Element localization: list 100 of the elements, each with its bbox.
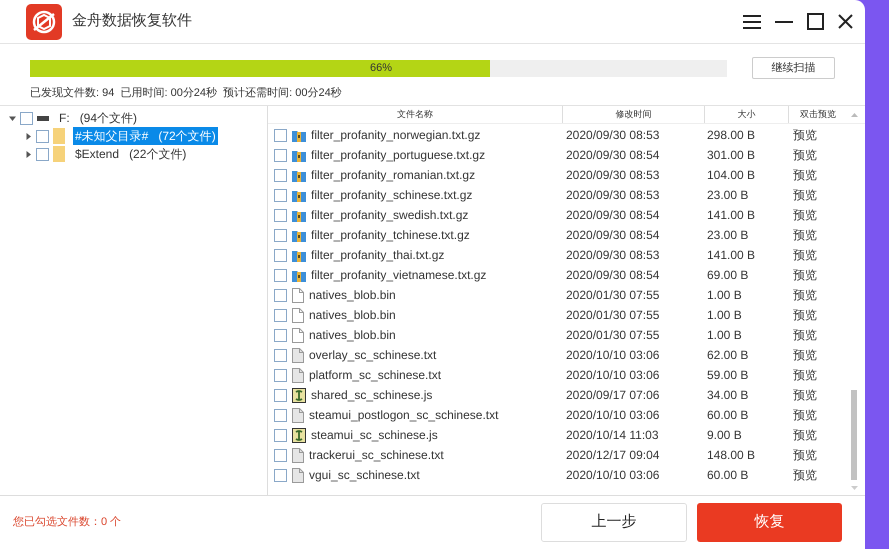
file-size: 1.00 B <box>706 327 743 344</box>
checkbox[interactable] <box>36 148 49 160</box>
file-size: 62.00 B <box>706 347 750 364</box>
file-name: filter_profanity_romanian.txt.gz <box>311 167 476 184</box>
file-size: 141.00 B <box>706 207 756 224</box>
minimize-icon[interactable] <box>775 20 793 22</box>
checkbox[interactable] <box>274 248 287 262</box>
checkbox[interactable] <box>20 112 33 124</box>
checkbox[interactable] <box>274 448 287 462</box>
archive-folder-icon <box>292 148 306 162</box>
folder-icon <box>53 128 65 144</box>
preview-link[interactable]: 预览 <box>789 306 817 324</box>
preview-link[interactable]: 预览 <box>789 466 817 484</box>
modified-time: 2020/10/10 03:06 <box>565 347 660 364</box>
checkbox[interactable] <box>274 128 287 142</box>
progress-percent: 66% <box>370 60 392 76</box>
tree-item[interactable]: #未知父目录# (72个文件) <box>73 127 218 145</box>
recover-button[interactable]: 恢复 <box>697 503 842 542</box>
menu-icon[interactable] <box>743 14 761 28</box>
file-icon <box>292 308 304 322</box>
preview-link[interactable]: 预览 <box>789 406 817 424</box>
file-name: filter_profanity_tchinese.txt.gz <box>311 227 470 244</box>
expand-arrow-icon[interactable] <box>24 132 32 140</box>
close-icon[interactable] <box>838 14 853 29</box>
document-icon <box>292 348 304 362</box>
file-size: 23.00 B <box>706 187 750 204</box>
preview-link[interactable]: 预览 <box>789 326 817 344</box>
modified-time: 2020/12/17 09:04 <box>565 447 660 464</box>
file-name: filter_profanity_thai.txt.gz <box>311 247 444 264</box>
archive-folder-icon <box>292 168 306 182</box>
modified-time: 2020/09/30 08:53 <box>565 247 660 264</box>
checkbox[interactable] <box>274 308 287 322</box>
checkbox[interactable] <box>274 148 287 162</box>
scrollbar-thumb[interactable] <box>851 390 857 480</box>
column-header[interactable]: 大小 <box>705 106 789 123</box>
modified-time: 2020/10/10 03:06 <box>565 367 660 384</box>
modified-time: 2020/10/10 03:06 <box>565 467 660 484</box>
checkbox[interactable] <box>274 288 287 302</box>
preview-link[interactable]: 预览 <box>789 166 817 184</box>
file-size: 141.00 B <box>706 247 756 264</box>
modified-time: 2020/01/30 07:55 <box>565 307 660 324</box>
file-name: steamui_sc_schinese.js <box>311 427 438 444</box>
preview-link[interactable]: 预览 <box>789 446 817 464</box>
checkbox[interactable] <box>274 368 287 382</box>
file-icon <box>292 288 304 302</box>
checkbox[interactable] <box>274 468 287 482</box>
checkbox[interactable] <box>36 130 49 142</box>
checkbox[interactable] <box>274 408 287 422</box>
scroll-down-icon[interactable] <box>850 486 858 491</box>
file-name: natives_blob.bin <box>309 307 396 324</box>
preview-link[interactable]: 预览 <box>789 366 817 384</box>
collapse-arrow-icon[interactable] <box>8 114 16 122</box>
modified-time: 2020/09/30 08:54 <box>565 227 660 244</box>
preview-link[interactable]: 预览 <box>789 426 817 444</box>
column-header[interactable]: 修改时间 <box>563 106 705 123</box>
tree-item[interactable]: $Extend (22个文件) <box>73 145 188 163</box>
back-button[interactable]: 上一步 <box>541 503 687 542</box>
file-size: 23.00 B <box>706 227 750 244</box>
checkbox[interactable] <box>274 388 287 402</box>
preview-link[interactable]: 预览 <box>789 386 817 404</box>
preview-link[interactable]: 预览 <box>789 266 817 284</box>
archive-folder-icon <box>292 208 306 222</box>
scroll-up-icon[interactable] <box>850 112 858 117</box>
drive-icon <box>37 116 49 120</box>
preview-link[interactable]: 预览 <box>789 146 817 164</box>
file-size: 298.00 B <box>706 127 756 144</box>
checkbox[interactable] <box>274 428 287 442</box>
archive-folder-icon <box>292 128 306 142</box>
file-size: 301.00 B <box>706 147 756 164</box>
preview-link[interactable]: 预览 <box>789 206 817 224</box>
checkbox[interactable] <box>274 168 287 182</box>
preview-link[interactable]: 预览 <box>789 186 817 204</box>
column-header[interactable]: 文件名称 <box>268 106 563 123</box>
checkbox[interactable] <box>274 188 287 202</box>
preview-link[interactable]: 预览 <box>789 246 817 264</box>
expand-arrow-icon[interactable] <box>24 150 32 158</box>
archive-folder-icon <box>292 248 306 262</box>
preview-link[interactable]: 预览 <box>789 346 817 364</box>
script-icon <box>292 388 306 402</box>
checkbox[interactable] <box>274 268 287 282</box>
file-size: 1.00 B <box>706 287 743 304</box>
checkbox[interactable] <box>274 228 287 242</box>
modified-time: 2020/01/30 07:55 <box>565 287 660 304</box>
tree-item[interactable]: F: (94个文件) <box>57 109 140 127</box>
file-size: 34.00 B <box>706 387 750 404</box>
document-icon <box>292 448 304 462</box>
column-header[interactable]: 双击预览 <box>789 106 847 123</box>
file-name: overlay_sc_schinese.txt <box>309 347 436 364</box>
folder-icon <box>53 146 65 162</box>
file-size: 69.00 B <box>706 267 750 284</box>
preview-link[interactable]: 预览 <box>789 286 817 304</box>
preview-link[interactable]: 预览 <box>789 226 817 244</box>
checkbox[interactable] <box>274 208 287 222</box>
archive-folder-icon <box>292 228 306 242</box>
preview-link[interactable]: 预览 <box>789 126 817 144</box>
checkbox[interactable] <box>274 348 287 362</box>
maximize-icon[interactable] <box>807 13 824 30</box>
checkbox[interactable] <box>274 328 287 342</box>
file-name: platform_sc_schinese.txt <box>309 367 442 384</box>
continue-scan-button[interactable]: 继续扫描 <box>752 57 835 79</box>
